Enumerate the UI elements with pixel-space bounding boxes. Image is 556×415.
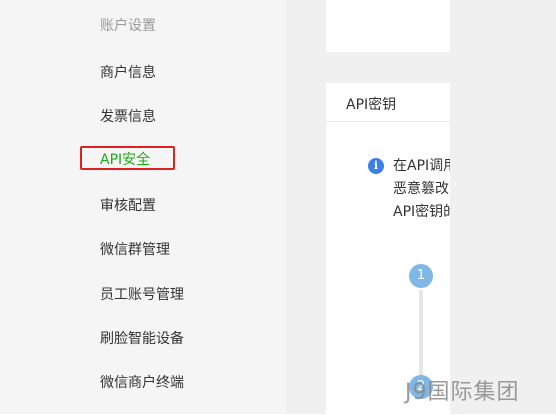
- info-line-3: API密钥的: [393, 204, 458, 220]
- sidebar-group-title: 账户设置: [100, 18, 156, 34]
- watermark: J9国际集团: [405, 380, 520, 405]
- sidebar-item-wechat-group[interactable]: 微信群管理: [100, 239, 170, 259]
- right-gutter: [450, 0, 556, 414]
- sidebar-item-staff-accounts[interactable]: 员工账号管理: [100, 284, 184, 304]
- info-line-2: 恶意篡改: [393, 181, 449, 197]
- info-line-1: 在API调用: [393, 158, 458, 174]
- api-key-card: API密钥 i 在API调用 恶意篡改 API密钥的 1 安 A 2 言: [326, 83, 503, 415]
- info-icon: i: [368, 158, 384, 174]
- sidebar-item-invoice-info[interactable]: 发票信息: [100, 106, 156, 126]
- card-title: API密钥: [346, 97, 397, 113]
- sidebar-item-review-config[interactable]: 审核配置: [100, 195, 156, 215]
- step-1-badge: 1: [409, 264, 433, 288]
- sidebar-item-api-security[interactable]: API安全: [100, 149, 150, 169]
- top-panel: [326, 0, 450, 52]
- sidebar: 账户设置 商户信息 发票信息 API安全 审核配置 微信群管理 员工账号管理 刷…: [0, 0, 286, 414]
- sidebar-item-face-devices[interactable]: 刷脸智能设备: [100, 328, 184, 348]
- card-header: API密钥: [326, 83, 450, 122]
- step-connector: [419, 290, 423, 380]
- sidebar-item-merchant-info[interactable]: 商户信息: [100, 62, 156, 82]
- sidebar-item-merchant-terminal[interactable]: 微信商户终端: [100, 372, 184, 392]
